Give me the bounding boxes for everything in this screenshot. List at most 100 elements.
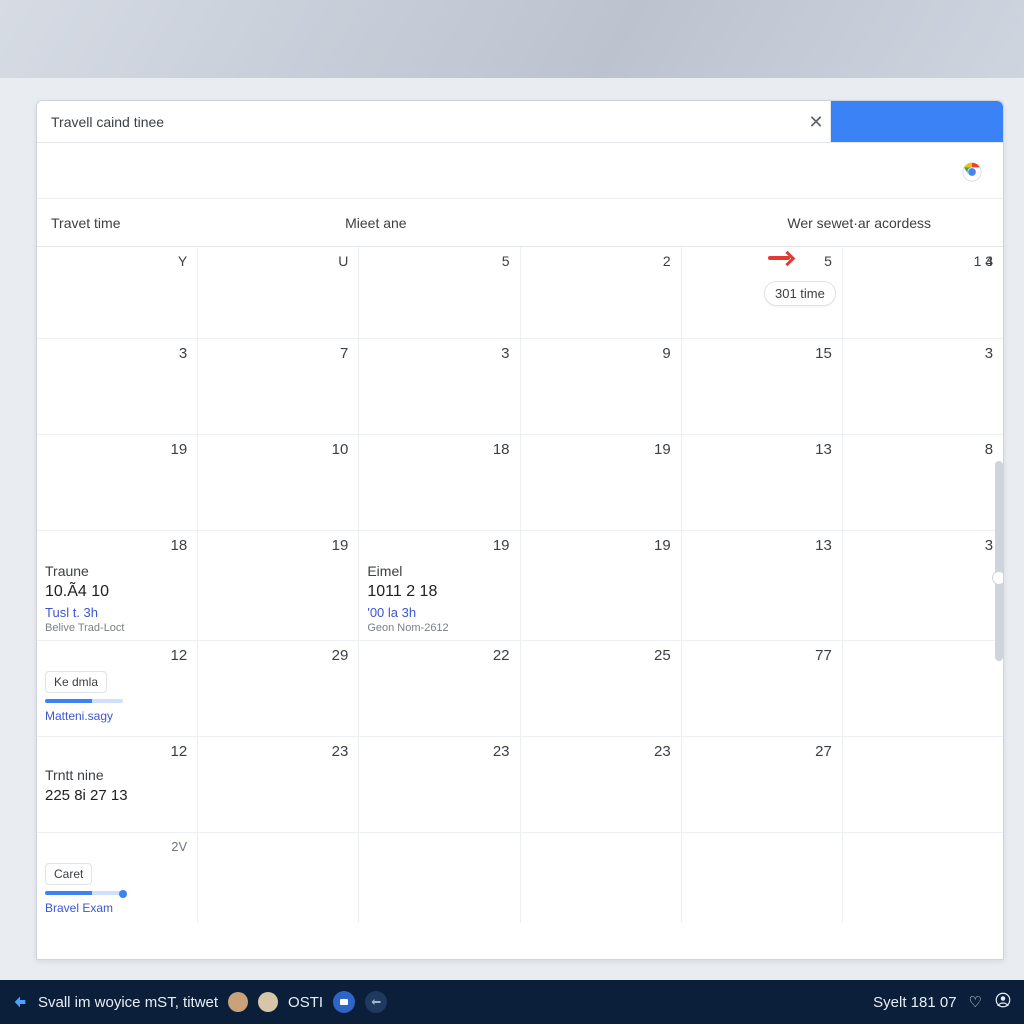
arrow-icon[interactable] <box>12 994 28 1010</box>
day-cell[interactable]: 8 <box>843 435 1003 530</box>
day-number: 8 <box>985 441 993 458</box>
day-cell[interactable]: 19 <box>521 531 682 640</box>
tray-icon[interactable] <box>333 991 355 1013</box>
scrollbar[interactable] <box>995 461 1003 661</box>
day-number: 19 <box>170 441 187 458</box>
day-cell[interactable]: 13 <box>682 435 843 530</box>
day-cell[interactable]: 25 <box>521 641 682 736</box>
week-row: 18 Traune 10.Ã4 10 Tusl t. 3h Belive Tra… <box>37 531 1003 641</box>
weekday-label: 5 <box>824 253 832 269</box>
user-icon[interactable] <box>994 991 1012 1013</box>
day-number: 23 <box>493 743 510 760</box>
event-chip[interactable]: Ke dmla <box>45 671 107 693</box>
day-cell[interactable]: 23 <box>198 737 359 832</box>
day-number: 19 <box>332 537 349 554</box>
panel-tab[interactable]: Travell caind tinee <box>37 101 831 142</box>
day-number: 77 <box>815 647 832 664</box>
day-number: 3 <box>179 345 187 362</box>
avatar[interactable] <box>258 992 278 1012</box>
panel-toolbar <box>37 143 1003 199</box>
day-cell[interactable]: 22 <box>359 641 520 736</box>
heart-icon[interactable]: ♡ <box>969 993 982 1011</box>
weekday-cell: Y <box>37 247 198 338</box>
day-number: 23 <box>332 743 349 760</box>
progress-bar <box>45 699 123 703</box>
event-line: Geon Nom-2612 <box>367 622 511 634</box>
scrollbar-knob[interactable] <box>992 571 1004 585</box>
event-line: Tusl t. 3h <box>45 605 189 620</box>
taskbar-app-title[interactable]: Svall im woyice mST, titwet <box>38 994 218 1011</box>
close-icon[interactable]: ✕ <box>807 113 825 131</box>
day-cell[interactable]: 19 <box>198 531 359 640</box>
day-number: 12 <box>170 743 187 760</box>
today-pill[interactable]: 301 time <box>764 281 836 306</box>
day-cell[interactable]: 3 <box>359 339 520 434</box>
day-cell[interactable]: 3 <box>37 339 198 434</box>
day-cell[interactable] <box>843 833 1003 923</box>
day-cell[interactable] <box>843 737 1003 832</box>
day-cell[interactable]: 10 <box>198 435 359 530</box>
day-cell[interactable] <box>521 833 682 923</box>
day-cell[interactable]: 77 <box>682 641 843 736</box>
day-cell[interactable]: 18 Traune 10.Ã4 10 Tusl t. 3h Belive Tra… <box>37 531 198 640</box>
progress-bar <box>45 891 123 895</box>
day-cell[interactable]: 7 <box>198 339 359 434</box>
weekday-cell: 5 <box>359 247 520 338</box>
background-top <box>0 0 1024 78</box>
weekday-cell: 1 3 4 <box>843 247 1003 338</box>
day-cell[interactable] <box>843 641 1003 736</box>
avatar[interactable] <box>228 992 248 1012</box>
tray-icon[interactable] <box>365 991 387 1013</box>
day-cell[interactable]: 19 <box>521 435 682 530</box>
weekday-label-secondary: 4 <box>985 253 993 269</box>
weekday-label: 2 <box>663 253 671 269</box>
weekday-cell: 2 <box>521 247 682 338</box>
day-cell[interactable] <box>682 833 843 923</box>
day-number: 18 <box>493 441 510 458</box>
day-cell[interactable]: 19 <box>37 435 198 530</box>
day-cell[interactable] <box>198 833 359 923</box>
event-line: 1011 2 18 <box>367 583 511 601</box>
weekday-label: Y <box>178 253 187 269</box>
event-chip[interactable]: Caret <box>45 863 92 885</box>
column-header-meet: Mieet ane <box>331 215 787 231</box>
column-headers: Travet time Mieet ane Wer sewet·ar acord… <box>37 199 1003 247</box>
day-number: 12 <box>170 647 187 664</box>
day-cell[interactable]: 9 <box>521 339 682 434</box>
day-cell[interactable]: 19 Eimel 1011 2 18 '00 la 3h Geon Nom-26… <box>359 531 520 640</box>
weekday-cell: 5 301 time <box>682 247 843 338</box>
day-number: 19 <box>654 537 671 554</box>
day-cell[interactable]: 29 <box>198 641 359 736</box>
day-cell[interactable]: 15 <box>682 339 843 434</box>
day-cell[interactable]: 13 <box>682 531 843 640</box>
week-row: 19 10 18 19 13 8 <box>37 435 1003 531</box>
day-cell[interactable]: 12 Trntt nine 225 8i 27 13 <box>37 737 198 832</box>
calendar-grid: Y U 5 2 5 301 time 1 3 4 3 7 3 9 <box>37 247 1003 923</box>
week-row: 12 Ke dmla Matteni.sagy 29 22 25 77 <box>37 641 1003 737</box>
event-link[interactable]: Bravel Exam <box>45 901 189 915</box>
day-cell[interactable]: 3 <box>843 531 1003 640</box>
day-number: 25 <box>654 647 671 664</box>
taskbar-center-text: OSTI <box>288 994 323 1011</box>
day-cell[interactable]: 27 <box>682 737 843 832</box>
event-link[interactable]: Matteni.sagy <box>45 709 189 723</box>
day-cell[interactable]: 18 <box>359 435 520 530</box>
day-cell[interactable]: 3 <box>843 339 1003 434</box>
panel-tab-accent[interactable] <box>831 101 1003 142</box>
day-number: 15 <box>815 345 832 362</box>
day-cell[interactable]: 2V Caret Bravel Exam <box>37 833 198 923</box>
chrome-icon[interactable] <box>961 161 983 183</box>
day-number: 10 <box>332 441 349 458</box>
day-cell[interactable]: 23 <box>359 737 520 832</box>
day-cell[interactable] <box>359 833 520 923</box>
day-number: 13 <box>815 537 832 554</box>
day-number: 29 <box>332 647 349 664</box>
event-line: '00 la 3h <box>367 605 511 620</box>
day-number: 9 <box>662 345 670 362</box>
day-number: 19 <box>654 441 671 458</box>
stage: Travell caind tinee ✕ Travet time Mieet … <box>0 0 1024 1024</box>
day-cell[interactable]: 23 <box>521 737 682 832</box>
day-number: 3 <box>501 345 509 362</box>
day-cell[interactable]: 12 Ke dmla Matteni.sagy <box>37 641 198 736</box>
event-line: 10.Ã4 10 <box>45 583 189 601</box>
